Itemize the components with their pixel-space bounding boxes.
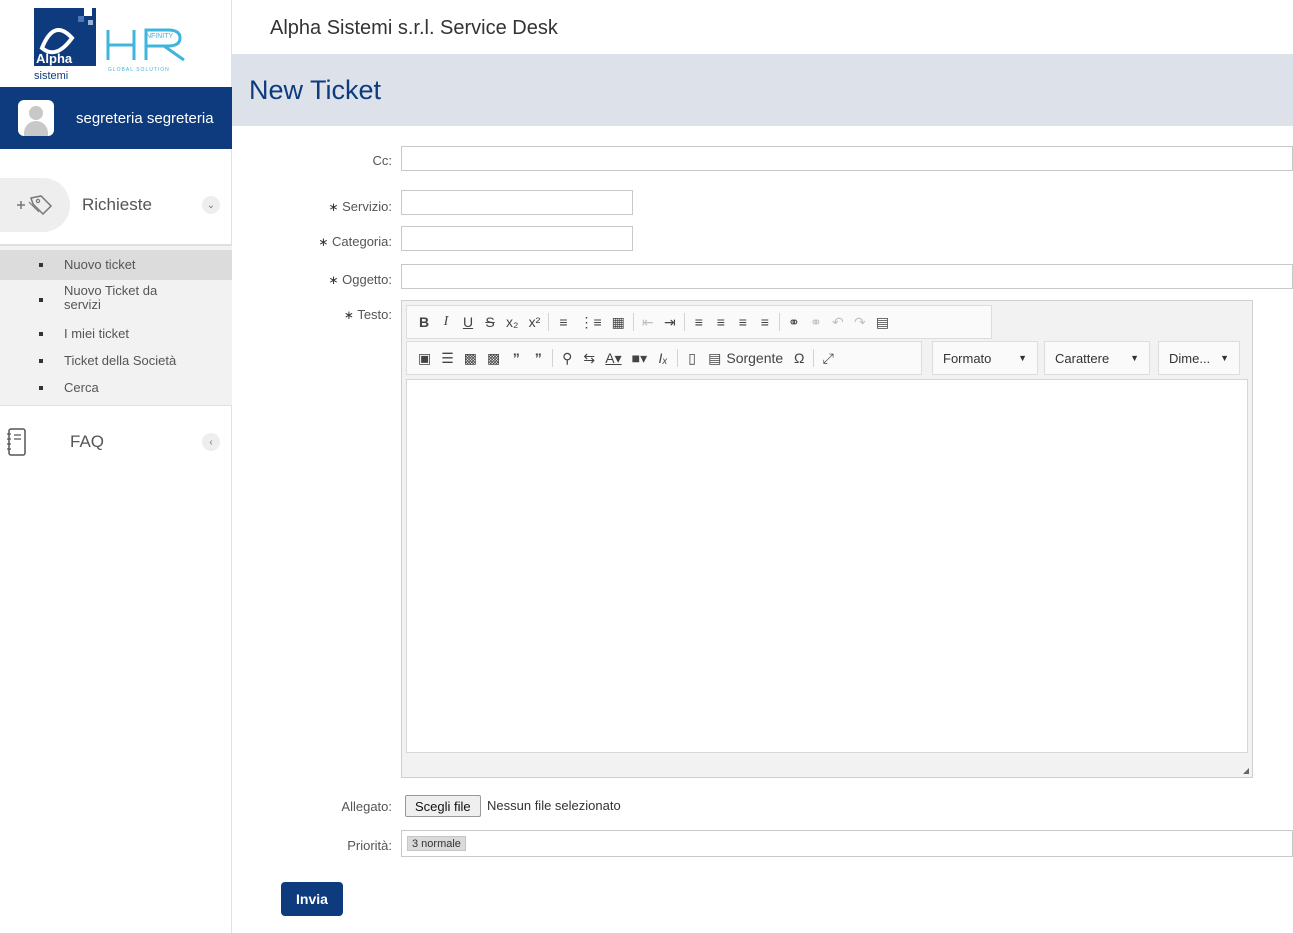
image-icon[interactable]: ▣ — [418, 350, 431, 367]
user-name: segreteria segreteria — [76, 109, 214, 127]
align-center-icon[interactable]: ≡ — [715, 314, 727, 330]
sidebar-item-cerca[interactable]: Cerca — [0, 374, 232, 401]
avatar — [18, 100, 54, 136]
cc-input[interactable] — [401, 146, 1293, 171]
choose-file-button[interactable]: Scegli file — [405, 795, 481, 817]
priority-select[interactable]: 3 normale — [401, 830, 1293, 857]
oggetto-label: ∗ Oggetto: — [328, 272, 392, 287]
categoria-label: ∗ Categoria: — [318, 234, 392, 249]
tag-add-icon — [0, 178, 70, 232]
caret-down-icon: ▼ — [1220, 353, 1229, 363]
paste-word-icon[interactable]: ▩ — [487, 350, 500, 367]
bold-icon[interactable]: B — [418, 314, 430, 330]
categoria-input[interactable] — [401, 226, 633, 251]
italic-icon[interactable]: I — [440, 314, 452, 330]
table-icon[interactable]: ▦ — [612, 314, 625, 331]
chevron-down-icon[interactable]: ⌄ — [202, 196, 220, 214]
blockquote-icon[interactable]: ” — [510, 350, 522, 366]
file-status: Nessun file selezionato — [487, 798, 621, 813]
page-title: New Ticket — [249, 75, 382, 105]
link-icon[interactable]: ⚭ — [788, 314, 800, 331]
remove-format-icon[interactable]: Iₓ — [657, 350, 669, 366]
page-header: New Ticket — [232, 54, 1293, 126]
oggetto-input[interactable] — [401, 264, 1293, 289]
submit-button[interactable]: Invia — [281, 882, 343, 916]
editor-toolbar-row-2: ▣ ☰ ▩ ▩ ” ” ⚲ ⇆ A▾ ■▾ Iₓ ▯ ▤ Sorgente Ω … — [406, 341, 922, 375]
size-dropdown-label: Dime... — [1169, 350, 1211, 366]
find-icon[interactable]: ⚲ — [561, 350, 573, 367]
svg-text:INFINITY: INFINITY — [144, 33, 173, 40]
new-ticket-form: Cc: ∗ Servizio: ∗ Categoria: ∗ Oggetto: … — [250, 126, 1293, 933]
text-color-icon[interactable]: A▾ — [605, 350, 621, 367]
bulleted-list-icon[interactable]: ⋮≡ — [579, 314, 601, 331]
svg-text:sistemi: sistemi — [34, 70, 68, 80]
menu-richieste[interactable]: Richieste ⌄ — [0, 177, 232, 233]
paste-text-icon[interactable]: ▩ — [464, 350, 477, 367]
horizontal-rule-icon[interactable]: ☰ — [441, 350, 454, 367]
sidebar-item-miei-ticket[interactable]: I miei ticket — [0, 320, 232, 347]
undo-icon[interactable]: ↶ — [832, 314, 844, 331]
replace-icon[interactable]: ⇆ — [583, 350, 595, 367]
submenu-richieste: Nuovo ticket Nuovo Ticket da servizi I m… — [0, 244, 232, 406]
chevron-left-icon[interactable]: ‹ — [202, 433, 220, 451]
svg-text:GLOBAL SOLUTION: GLOBAL SOLUTION — [108, 67, 170, 73]
notebook-icon — [0, 415, 70, 469]
top-bar: Alpha Sistemi s.r.l. Service Desk — [232, 0, 1293, 54]
strikethrough-icon[interactable]: S — [484, 314, 496, 330]
source-button[interactable]: Sorgente — [726, 350, 783, 366]
servizio-label: ∗ Servizio: — [328, 199, 392, 214]
maximize-icon[interactable]: ⤢ — [822, 350, 834, 367]
rich-text-editor: B I U S x₂ x² ≡ ⋮≡ ▦ ⇤ ⇥ ≡ ≡ ≡ ≡ ⚭ ⚭ ↶ ↷… — [401, 300, 1253, 778]
remove-quote-icon[interactable]: ” — [532, 350, 544, 366]
priorita-label: Priorità: — [347, 838, 392, 853]
allegato-label: Allegato: — [341, 799, 392, 814]
servizio-input[interactable] — [401, 190, 633, 215]
font-dropdown[interactable]: Carattere ▼ — [1044, 341, 1150, 375]
format-dropdown[interactable]: Formato ▼ — [932, 341, 1038, 375]
redo-icon[interactable]: ↷ — [854, 314, 866, 331]
menu-faq-label: FAQ — [70, 432, 105, 451]
outdent-icon[interactable]: ⇤ — [642, 314, 654, 331]
unlink-icon[interactable]: ⚭ — [810, 314, 822, 331]
user-bar[interactable]: segreteria segreteria — [0, 87, 232, 149]
sidebar-item-nuovo-ticket[interactable]: Nuovo ticket — [0, 250, 232, 280]
align-justify-icon[interactable]: ≡ — [759, 314, 771, 330]
underline-icon[interactable]: U — [462, 314, 474, 330]
size-dropdown[interactable]: Dime... ▼ — [1158, 341, 1240, 375]
indent-icon[interactable]: ⇥ — [664, 314, 676, 331]
editor-toolbar-row-1: B I U S x₂ x² ≡ ⋮≡ ▦ ⇤ ⇥ ≡ ≡ ≡ ≡ ⚭ ⚭ ↶ ↷… — [406, 305, 992, 339]
resize-handle-icon[interactable] — [1243, 768, 1249, 774]
align-right-icon[interactable]: ≡ — [737, 314, 749, 330]
caret-down-icon: ▼ — [1018, 353, 1027, 363]
special-char-icon[interactable]: Ω — [793, 350, 805, 366]
show-blocks-icon[interactable]: ▯ — [686, 350, 698, 367]
priority-value: 3 normale — [407, 836, 466, 851]
menu-richieste-label: Richieste — [82, 195, 152, 214]
sidebar-item-ticket-societa[interactable]: Ticket della Società — [0, 347, 232, 374]
format-dropdown-label: Formato — [943, 350, 992, 366]
sidebar: Alpha sistemi INFINITY GLOBAL SOLUTION s… — [0, 0, 232, 933]
numbered-list-icon[interactable]: ≡ — [557, 314, 569, 330]
font-dropdown-label: Carattere — [1055, 350, 1110, 366]
page-break-icon[interactable]: ▤ — [876, 314, 889, 331]
subscript-icon[interactable]: x₂ — [506, 314, 518, 330]
site-title: Alpha Sistemi s.r.l. Service Desk — [270, 17, 558, 39]
source-icon[interactable]: ▤ — [708, 350, 721, 367]
superscript-icon[interactable]: x² — [528, 314, 541, 330]
cc-label: Cc: — [372, 153, 393, 168]
sidebar-item-nuovo-ticket-servizi[interactable]: Nuovo Ticket da servizi — [0, 280, 232, 320]
align-left-icon[interactable]: ≡ — [693, 314, 705, 330]
caret-down-icon: ▼ — [1130, 353, 1139, 363]
company-logo: Alpha sistemi INFINITY GLOBAL SOLUTION — [34, 8, 185, 80]
app-window: Alpha sistemi INFINITY GLOBAL SOLUTION s… — [0, 0, 1293, 933]
editor-content-area[interactable] — [406, 379, 1248, 753]
svg-text:Alpha: Alpha — [36, 51, 73, 66]
testo-label: ∗ Testo: — [343, 307, 392, 322]
background-color-icon[interactable]: ■▾ — [632, 350, 647, 367]
menu-faq[interactable]: FAQ ‹ — [0, 414, 232, 470]
